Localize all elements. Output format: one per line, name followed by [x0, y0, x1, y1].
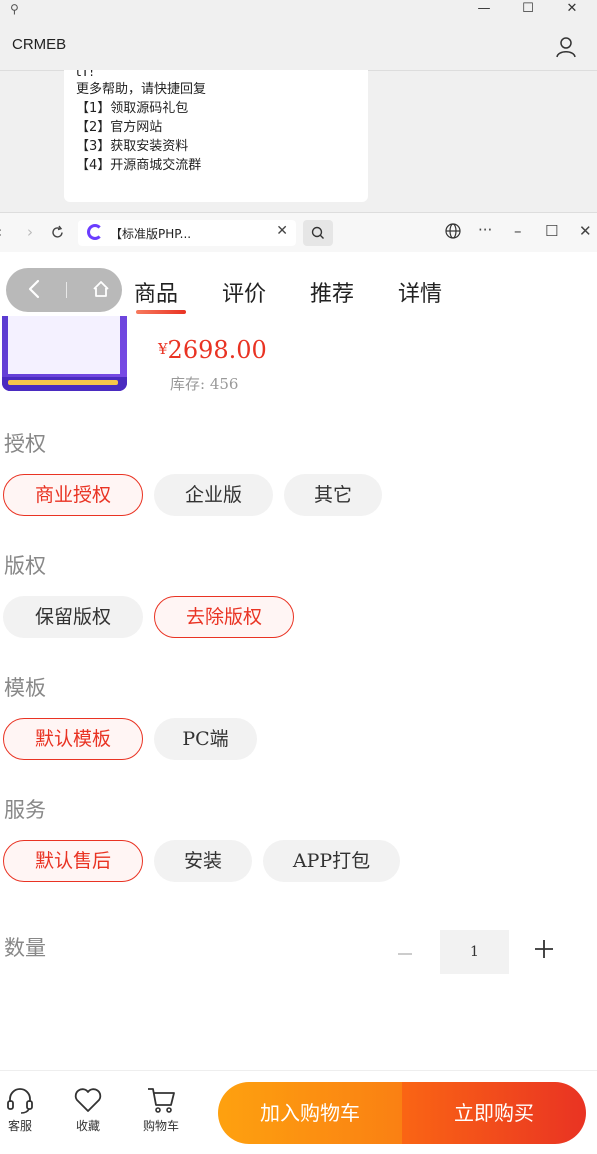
option-app-package[interactable]: APP打包: [263, 840, 400, 882]
chat-cut-line: tT!: [76, 70, 95, 80]
app-window-header: ⚲ — ☐ ✕ CRMEB tT! 更多帮助，请快捷回复 【1】领取源码礼包 【…: [0, 0, 597, 212]
section-title-license: 授权: [4, 432, 46, 456]
browser-minimize-button[interactable]: –: [514, 222, 522, 240]
tab-goods[interactable]: 商品: [134, 276, 178, 308]
product-image-content: [8, 316, 120, 374]
back-arrow-icon[interactable]: [22, 276, 48, 302]
favorite-button[interactable]: 收藏: [66, 1085, 110, 1134]
add-to-cart-button[interactable]: 加入购物车: [218, 1082, 402, 1144]
active-tab-indicator: [136, 310, 186, 314]
section-title-template: 模板: [4, 676, 46, 700]
more-icon[interactable]: ···: [478, 221, 492, 239]
customer-service-button[interactable]: 客服: [0, 1085, 42, 1134]
home-icon[interactable]: [92, 280, 110, 298]
option-default-template[interactable]: 默认模板: [3, 718, 143, 760]
window-controls: ⚲ — ☐ ✕: [0, 0, 597, 22]
browser-maximize-button[interactable]: ☐: [545, 222, 558, 240]
close-button[interactable]: ✕: [562, 1, 582, 16]
section-title-copyright: 版权: [4, 554, 46, 578]
browser-close-button[interactable]: ✕: [579, 222, 592, 240]
tab-title: 【标准版PHP...: [110, 227, 192, 241]
customer-service-label: 客服: [7, 1119, 32, 1133]
favorite-label: 收藏: [75, 1119, 100, 1133]
product-image-banner: [2, 377, 127, 391]
user-icon[interactable]: [555, 36, 577, 58]
minimize-button[interactable]: —: [474, 1, 494, 16]
globe-icon[interactable]: [445, 223, 461, 239]
chat-line[interactable]: 【1】领取源码礼包: [76, 99, 356, 118]
browser-toolbar: ‹ › 【标准版PHP... ✕ ··· – ☐ ✕: [0, 212, 597, 252]
option-keep-copyright[interactable]: 保留版权: [3, 596, 143, 638]
chat-line[interactable]: 【2】官方网站: [76, 118, 356, 137]
quantity-label: 数量: [4, 936, 46, 960]
currency-symbol: ¥: [158, 340, 168, 358]
option-pc[interactable]: PC端: [154, 718, 257, 760]
product-image[interactable]: [2, 316, 127, 391]
search-button[interactable]: [303, 220, 333, 246]
section-title-service: 服务: [4, 798, 46, 822]
footer-action-bar: 客服 收藏 购物车 加入购物车 立即购买: [0, 1070, 597, 1154]
tab-reviews[interactable]: 评价: [222, 276, 266, 308]
product-page: 商品 评价 推荐 详情 ¥2698.00 库存: 456 授权 商业授权 企业版…: [0, 252, 597, 1154]
buy-now-button[interactable]: 立即购买: [402, 1082, 586, 1144]
tab-close-icon[interactable]: ✕: [276, 223, 288, 239]
cart-icon: [148, 1088, 175, 1113]
option-commercial-license[interactable]: 商业授权: [3, 474, 143, 516]
capsule-divider: [66, 282, 67, 298]
search-icon: [311, 226, 324, 239]
cart-button[interactable]: 购物车: [139, 1085, 183, 1134]
tab-details[interactable]: 详情: [398, 276, 442, 308]
quantity-input[interactable]: 1: [440, 930, 509, 974]
back-icon[interactable]: ‹: [0, 223, 2, 241]
refresh-icon[interactable]: [50, 225, 65, 240]
heart-icon: [74, 1088, 102, 1112]
chat-line: 更多帮助，请快捷回复: [76, 82, 207, 97]
headset-icon: [7, 1088, 33, 1114]
chat-line[interactable]: 【3】获取安装资料: [76, 137, 356, 156]
option-remove-copyright[interactable]: 去除版权: [154, 596, 294, 638]
chat-line[interactable]: 【4】开源商城交流群: [76, 156, 356, 175]
browser-tab[interactable]: 【标准版PHP... ✕: [78, 220, 296, 246]
stock-count: 库存: 456: [170, 375, 239, 393]
chat-message-card: tT! 更多帮助，请快捷回复 【1】领取源码礼包 【2】官方网站 【3】获取安装…: [64, 70, 368, 202]
maximize-button[interactable]: ☐: [518, 1, 538, 16]
option-other[interactable]: 其它: [284, 474, 382, 516]
app-title: CRMEB: [12, 36, 67, 53]
forward-icon[interactable]: ›: [27, 223, 33, 241]
pin-icon[interactable]: ⚲: [10, 2, 19, 16]
price-value: 2698.00: [167, 336, 267, 364]
nav-capsule: [6, 268, 122, 312]
option-enterprise[interactable]: 企业版: [154, 474, 273, 516]
option-default-aftersale[interactable]: 默认售后: [3, 840, 143, 882]
quantity-decrease-button[interactable]: [398, 953, 412, 955]
cart-label: 购物车: [142, 1119, 179, 1133]
site-logo-icon: [87, 224, 103, 240]
tab-recommend[interactable]: 推荐: [310, 276, 354, 308]
product-price: ¥2698.00: [158, 336, 267, 364]
quantity-increase-button[interactable]: [533, 938, 555, 960]
option-install[interactable]: 安装: [154, 840, 252, 882]
